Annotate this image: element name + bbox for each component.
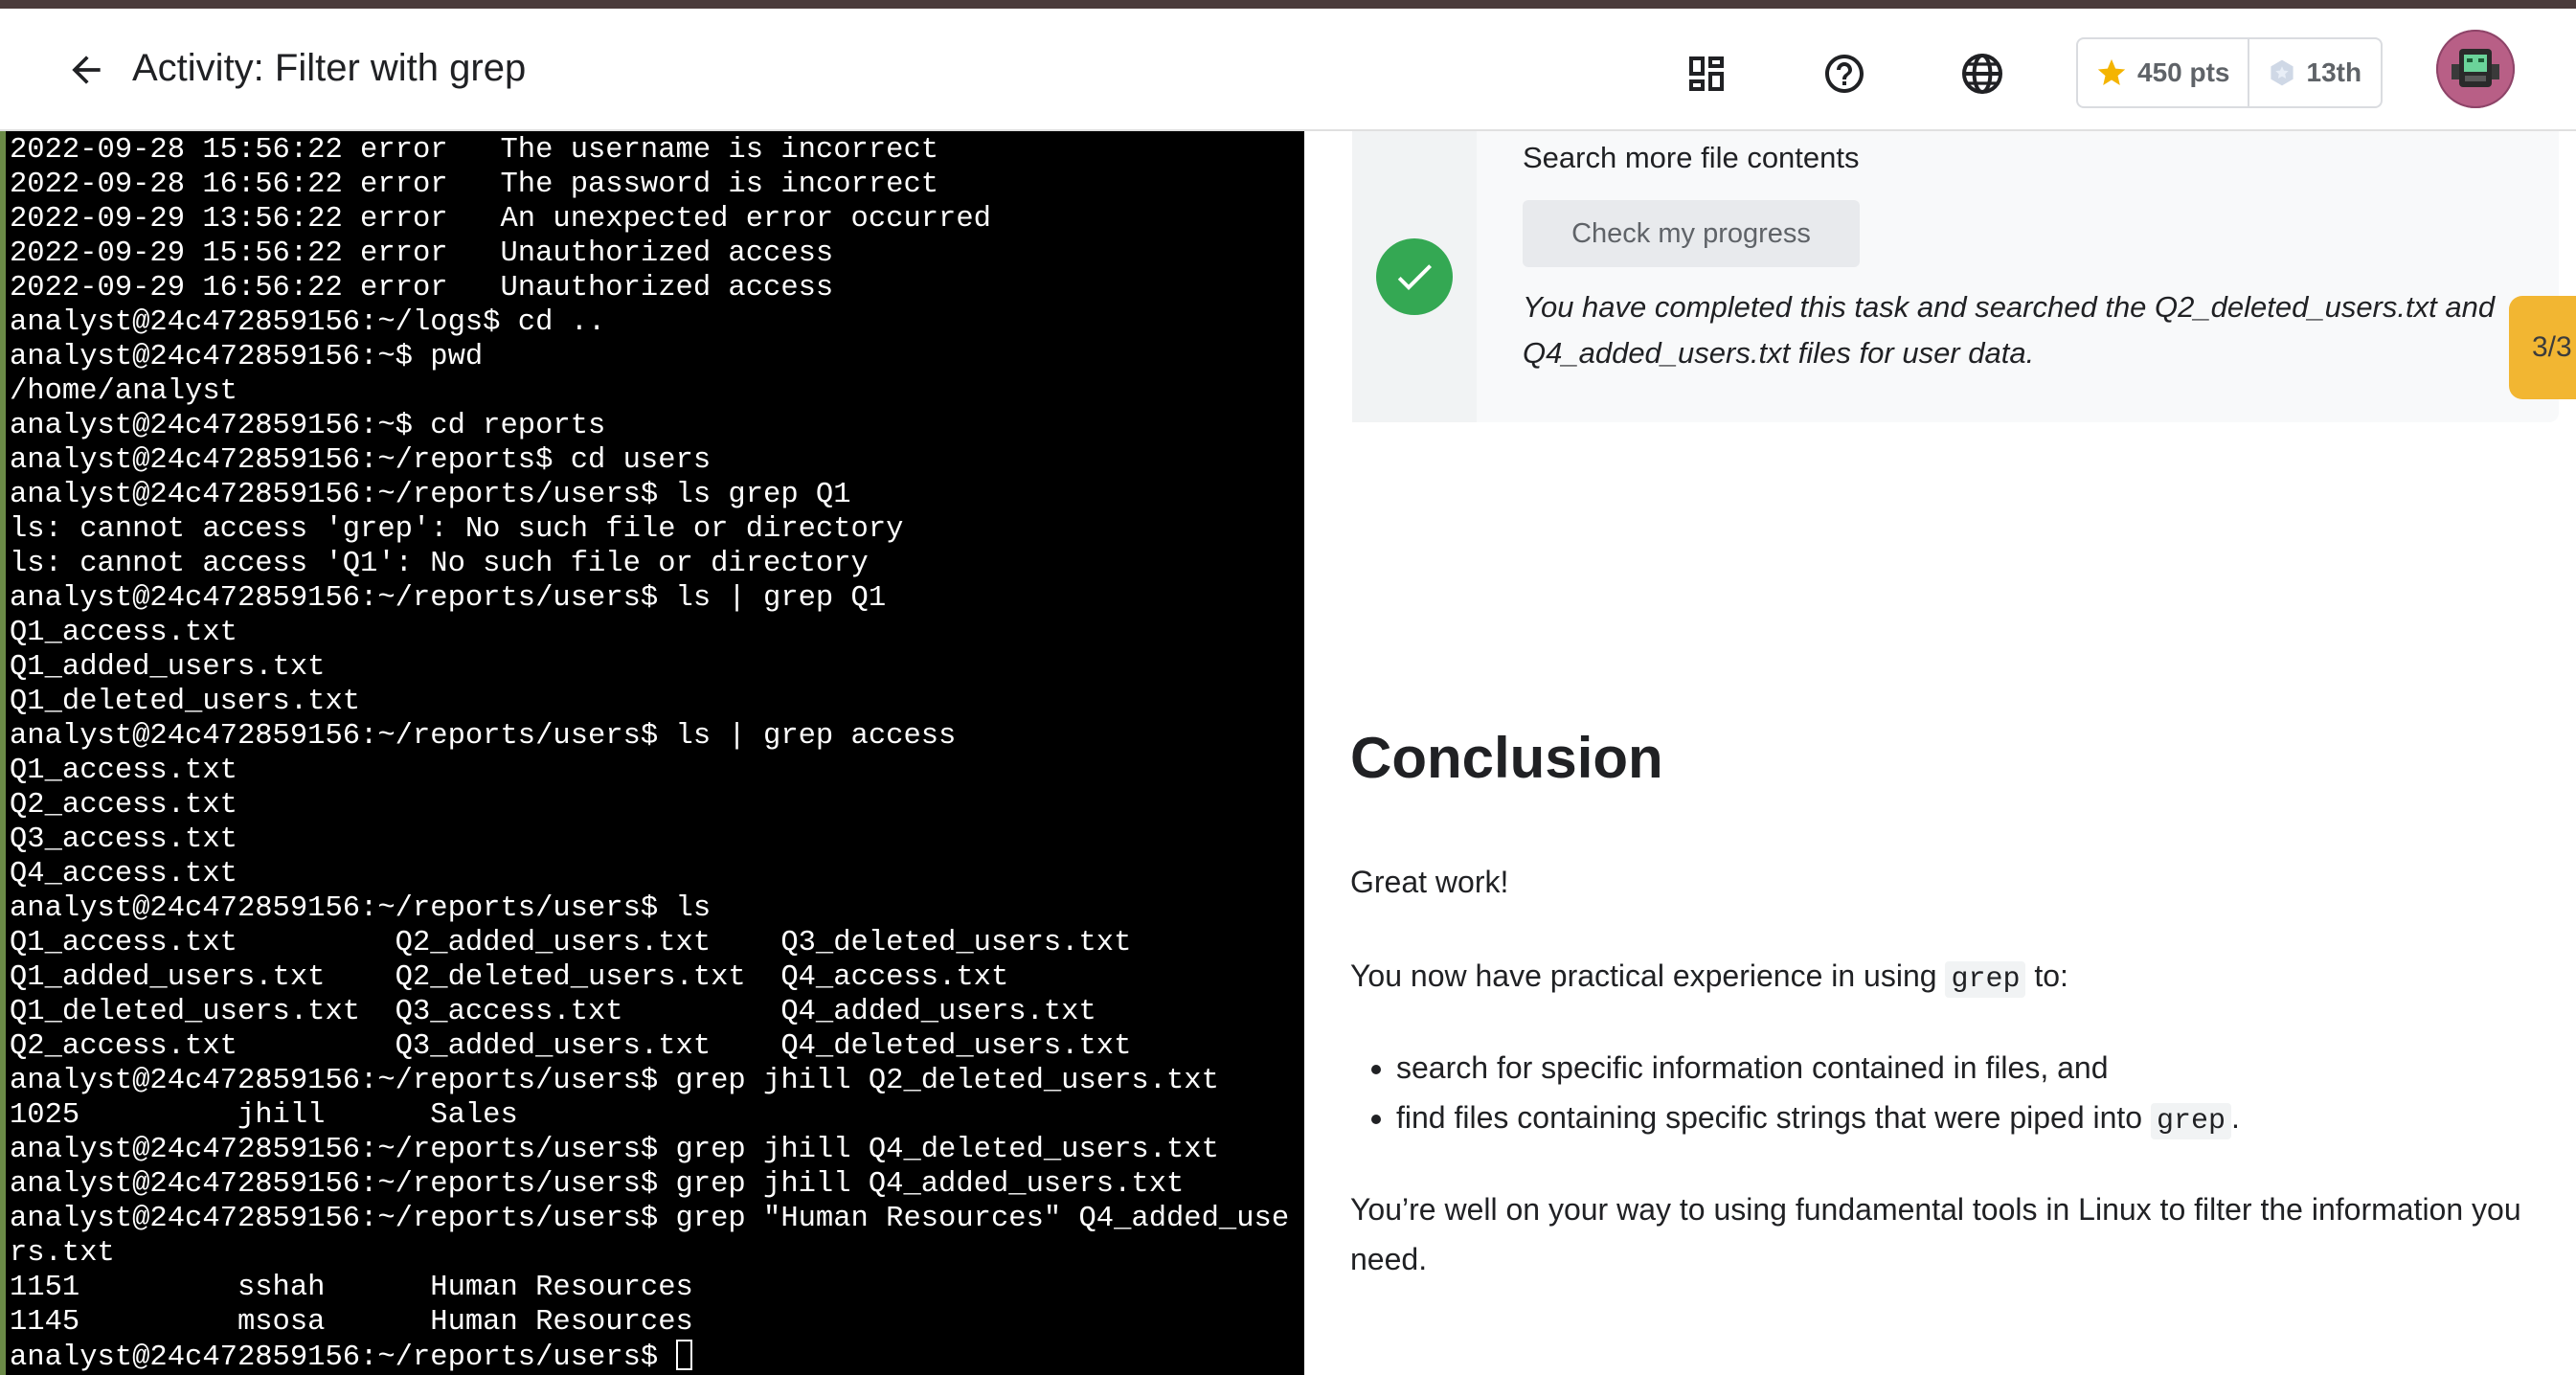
terminal-line: analyst@24c472859156:~/reports/users$ ls bbox=[10, 892, 712, 925]
bullet-item: search for specific information containe… bbox=[1396, 1043, 2240, 1093]
avatar-robot-icon bbox=[2452, 49, 2499, 87]
terminal-line: Q1_deleted_users.txt Q3_access.txt Q4_ad… bbox=[10, 996, 1096, 1028]
terminal-panel[interactable]: 2022-09-28 15:56:22 error The username i… bbox=[0, 131, 1304, 1375]
checkmark-icon bbox=[1376, 238, 1453, 315]
intro-paragraph: You now have practical experience in usi… bbox=[1350, 958, 2068, 998]
rank-value: 13th bbox=[2306, 57, 2362, 87]
terminal-prompt-line[interactable]: analyst@24c472859156:~/reports/users$ bbox=[6, 1340, 1304, 1374]
help-circle-icon bbox=[1825, 55, 1864, 93]
star-icon bbox=[2097, 58, 2126, 86]
bullet-item: find files containing specific strings t… bbox=[1396, 1093, 2240, 1146]
check-progress-button[interactable]: Check my progress bbox=[1523, 200, 1860, 267]
intro-suffix: to: bbox=[2025, 958, 2068, 993]
bullet2-code: grep bbox=[2150, 1103, 2231, 1139]
terminal-line: analyst@24c472859156:~/reports/users$ gr… bbox=[10, 1065, 1219, 1097]
terminal-line: analyst@24c472859156:~/reports/users$ gr… bbox=[10, 1168, 1185, 1201]
task-completed-message: You have completed this task and searche… bbox=[1523, 290, 2496, 370]
top-bar: Activity: Filter with grep 450 pts 13th bbox=[0, 9, 2576, 131]
terminal-line: Q1_access.txt bbox=[10, 617, 237, 649]
terminal-line: ls: cannot access 'Q1': No such file or … bbox=[10, 548, 869, 580]
terminal-line: Q2_access.txt Q3_added_users.txt Q4_dele… bbox=[10, 1030, 1132, 1063]
terminal-line: Q3_access.txt bbox=[10, 823, 237, 856]
terminal-line: analyst@24c472859156:~$ cd reports bbox=[10, 410, 606, 442]
page-indicator-tab[interactable]: 3/3 bbox=[2509, 296, 2576, 399]
terminal-line: 2022-09-28 15:56:22 error The username i… bbox=[10, 134, 939, 167]
bullet2-suffix: . bbox=[2231, 1100, 2240, 1135]
avatar[interactable] bbox=[2436, 30, 2515, 108]
terminal-line: Q1_deleted_users.txt bbox=[10, 686, 361, 718]
terminal-line: analyst@24c472859156:~/reports/users$ ls… bbox=[10, 582, 887, 615]
language-button[interactable] bbox=[1952, 43, 2013, 104]
terminal-line: Q1_access.txt Q2_added_users.txt Q3_dele… bbox=[10, 927, 1132, 959]
conclusion-bullets: search for specific information containe… bbox=[1350, 1043, 2240, 1146]
back-button[interactable] bbox=[57, 43, 115, 97]
final-paragraph: You’re well on your way to using fundame… bbox=[1350, 1192, 2521, 1276]
terminal-prompt: analyst@24c472859156:~/reports/users$ bbox=[10, 1341, 676, 1374]
terminal-line: Q4_access.txt bbox=[10, 858, 237, 890]
conclusion-heading: Conclusion bbox=[1350, 726, 1663, 790]
terminal-line: 2022-09-29 13:56:22 error An unexpected … bbox=[10, 203, 991, 236]
terminal-line: analyst@24c472859156:~/logs$ cd .. bbox=[10, 306, 606, 339]
terminal-line: Q2_access.txt bbox=[10, 789, 237, 822]
globe-icon bbox=[1962, 54, 2002, 94]
terminal-line: Q1_added_users.txt bbox=[10, 651, 326, 684]
terminal-line: analyst@24c472859156:~/reports/users$ gr… bbox=[10, 1203, 1290, 1235]
terminal-line: analyst@24c472859156:~/reports/users$ gr… bbox=[10, 1134, 1219, 1166]
task-status bbox=[1352, 131, 1477, 422]
window-top-strip bbox=[0, 0, 2576, 9]
terminal-line: 2022-09-28 16:56:22 error The password i… bbox=[10, 169, 939, 201]
terminal-line: analyst@24c472859156:~/reports/users$ ls… bbox=[10, 479, 851, 511]
hexagon-badge-icon bbox=[2270, 59, 2294, 86]
help-button[interactable] bbox=[1814, 43, 1875, 104]
rank-display: 13th bbox=[2249, 39, 2380, 106]
bullet2-prefix: find files containing specific strings t… bbox=[1396, 1100, 2151, 1135]
task-card: Search more file contents Check my progr… bbox=[1352, 131, 2559, 422]
terminal-line: Q1_added_users.txt Q2_deleted_users.txt … bbox=[10, 961, 1009, 994]
terminal-line: rs.txt bbox=[10, 1237, 115, 1270]
terminal-line: 1025 jhill Sales bbox=[10, 1099, 518, 1132]
terminal-output: 2022-09-28 15:56:22 error The username i… bbox=[6, 131, 1304, 1340]
points-value: 450 pts bbox=[2137, 57, 2230, 87]
points-display: 450 pts bbox=[2078, 39, 2248, 106]
arrow-left-icon bbox=[72, 56, 101, 84]
points-rank-widget[interactable]: 450 pts 13th bbox=[2076, 37, 2383, 108]
great-work-text: Great work! bbox=[1350, 865, 1509, 899]
terminal-line: analyst@24c472859156:~/reports$ cd users bbox=[10, 444, 712, 477]
intro-prefix: You now have practical experience in usi… bbox=[1350, 958, 1946, 993]
dashboard-icon bbox=[1689, 56, 1724, 91]
dashboard-button[interactable] bbox=[1676, 43, 1737, 104]
task-name: Search more file contents bbox=[1523, 141, 1860, 174]
terminal-line: ls: cannot access 'grep': No such file o… bbox=[10, 513, 904, 546]
page-title: Activity: Filter with grep bbox=[132, 47, 527, 89]
terminal-line: 1151 sshah Human Resources bbox=[10, 1272, 693, 1304]
intro-code: grep bbox=[1945, 961, 2026, 998]
terminal-line: 1145 msosa Human Resources bbox=[10, 1306, 693, 1339]
terminal-line: analyst@24c472859156:~$ pwd bbox=[10, 341, 484, 373]
terminal-line: 2022-09-29 16:56:22 error Unauthorized a… bbox=[10, 272, 834, 304]
terminal-line: /home/analyst bbox=[10, 375, 237, 408]
terminal-cursor bbox=[675, 1340, 692, 1370]
instructions-panel: Search more file contents Check my progr… bbox=[1304, 131, 2576, 1375]
terminal-line: Q1_access.txt bbox=[10, 755, 237, 787]
terminal-line: analyst@24c472859156:~/reports/users$ ls… bbox=[10, 720, 957, 753]
terminal-line: 2022-09-29 15:56:22 error Unauthorized a… bbox=[10, 237, 834, 270]
